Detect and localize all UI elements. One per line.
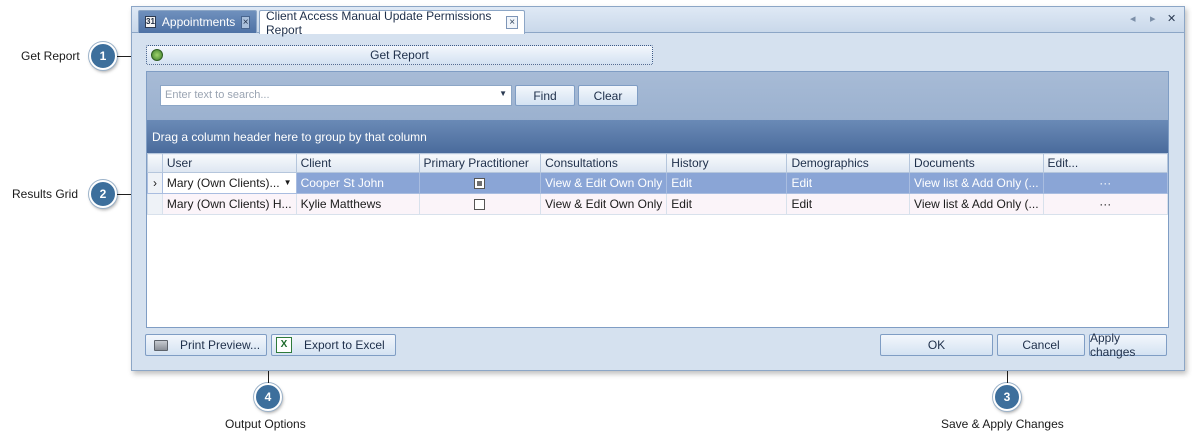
column-header-client[interactable]: Client [295, 153, 420, 173]
search-bar: Enter text to search... ▼ Find Clear [147, 72, 1168, 120]
primary-practitioner-checkbox[interactable] [474, 178, 486, 190]
find-button[interactable]: Find [515, 85, 575, 106]
demographics-cell[interactable]: Edit [786, 172, 911, 194]
report-run-icon [151, 49, 163, 61]
get-report-button[interactable]: Get Report [146, 45, 653, 65]
callout-badge-4: 4 [254, 383, 282, 411]
user-cell-editor[interactable]: Mary (Own Clients)... ▼ [161, 172, 297, 194]
user-cell[interactable]: Mary (Own Clients) H... [161, 193, 297, 215]
callout-badge-1: 1 [89, 42, 117, 70]
group-by-panel[interactable]: Drag a column header here to group by th… [147, 120, 1168, 153]
column-header-edit[interactable]: Edit... [1042, 153, 1169, 173]
callout-label-get-report: Get Report [21, 49, 80, 63]
tab-scroll-left-icon[interactable]: ◂ [1130, 12, 1136, 25]
export-excel-button[interactable]: X Export to Excel [271, 334, 396, 356]
client-cell[interactable]: Kylie Matthews [295, 193, 420, 215]
search-input[interactable]: Enter text to search... ▼ [160, 85, 512, 106]
table-row[interactable]: › Mary (Own Clients)... ▼ Cooper St John… [147, 172, 1169, 194]
tab-appointments[interactable]: 31 Appointments × [138, 10, 257, 33]
close-window-icon[interactable]: ✕ [1167, 12, 1176, 25]
print-preview-button[interactable]: Print Preview... [145, 334, 267, 356]
edit-ellipsis-button[interactable]: ··· [1042, 172, 1169, 194]
results-grid[interactable]: User Client Primary Practitioner Consult… [147, 153, 1169, 215]
callout-badge-3: 3 [993, 383, 1021, 411]
documents-cell[interactable]: View list & Add Only (... [909, 172, 1044, 194]
primary-practitioner-cell[interactable] [418, 193, 542, 215]
tab-permissions-report[interactable]: Client Access Manual Update Permissions … [259, 8, 525, 37]
user-cell-value: Mary (Own Clients)... [166, 176, 280, 190]
report-window: 31 Appointments × Client Access Manual U… [131, 6, 1185, 371]
search-placeholder: Enter text to search... [165, 89, 270, 101]
row-indicator-icon [147, 193, 163, 215]
callout-label-results-grid: Results Grid [12, 187, 79, 201]
apply-changes-button[interactable]: Apply changes [1089, 331, 1167, 359]
primary-practitioner-cell[interactable] [418, 172, 542, 194]
table-row[interactable]: Mary (Own Clients) H... Kylie Matthews V… [147, 193, 1169, 215]
column-header-history[interactable]: History [666, 153, 788, 173]
primary-practitioner-checkbox[interactable] [474, 199, 486, 211]
column-header-consultations[interactable]: Consultations [540, 153, 668, 173]
tab-bar: 31 Appointments × Client Access Manual U… [132, 7, 1184, 37]
documents-cell[interactable]: View list & Add Only (... [909, 193, 1044, 215]
excel-icon: X [276, 337, 292, 353]
demographics-cell[interactable]: Edit [786, 193, 911, 215]
column-header-demographics[interactable]: Demographics [786, 153, 911, 173]
search-dropdown-arrow-icon[interactable]: ▼ [499, 89, 507, 98]
history-cell[interactable]: Edit [666, 172, 788, 194]
user-dropdown-arrow-icon[interactable]: ▼ [284, 178, 292, 187]
calendar-icon: 31 [145, 16, 156, 28]
history-cell[interactable]: Edit [666, 193, 788, 215]
column-header-user[interactable]: User [161, 153, 297, 173]
clear-button[interactable]: Clear [578, 85, 638, 106]
get-report-label: Get Report [370, 48, 429, 62]
print-preview-label: Print Preview... [180, 338, 261, 352]
edit-ellipsis-button[interactable]: ··· [1042, 193, 1169, 215]
cancel-button[interactable]: Cancel [997, 334, 1085, 356]
row-indicator-icon: › [147, 172, 163, 194]
close-tab-appointments-icon[interactable]: × [241, 15, 250, 29]
tab-scroll-right-icon[interactable]: ▸ [1150, 12, 1156, 25]
callout-label-save-apply: Save & Apply Changes [941, 417, 1064, 431]
grid-header-row: User Client Primary Practitioner Consult… [147, 153, 1169, 173]
tab-appointments-label: Appointments [161, 15, 236, 29]
tab-permissions-report-label: Client Access Manual Update Permissions … [266, 8, 492, 37]
consultations-cell[interactable]: View & Edit Own Only [540, 172, 668, 194]
printer-icon [154, 339, 168, 351]
callout-label-output-options: Output Options [225, 417, 306, 431]
client-cell[interactable]: Cooper St John [295, 172, 420, 194]
column-header-documents[interactable]: Documents [909, 153, 1044, 173]
column-header-primary-practitioner[interactable]: Primary Practitioner [418, 153, 542, 173]
close-tab-report-icon[interactable]: × [506, 16, 518, 29]
results-panel: Enter text to search... ▼ Find Clear Dra… [146, 71, 1169, 328]
callout-badge-2: 2 [89, 180, 117, 208]
export-excel-label: Export to Excel [304, 338, 385, 352]
ok-button[interactable]: OK [880, 334, 993, 356]
consultations-cell[interactable]: View & Edit Own Only [540, 193, 668, 215]
row-indicator-header [147, 153, 163, 173]
